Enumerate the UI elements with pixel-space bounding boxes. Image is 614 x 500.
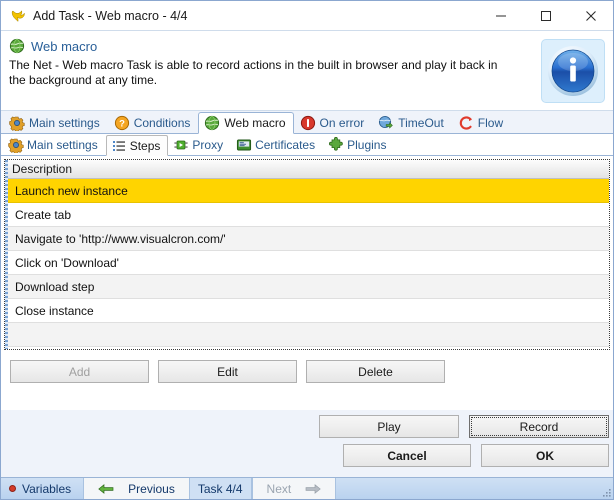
table-row[interactable]: Close instance bbox=[5, 299, 609, 323]
wizard-nav-next: Next bbox=[251, 478, 337, 499]
window-controls bbox=[478, 1, 613, 31]
table-row[interactable]: Launch new instance bbox=[5, 179, 609, 203]
steps-panel: Description Launch new instance Create t… bbox=[1, 156, 613, 410]
tab-on-error[interactable]: On error bbox=[294, 111, 373, 133]
secondary-tab-bar: Main settings Steps Proxy Certificates P… bbox=[1, 134, 613, 156]
header-panel: Web macro The Net - Web macro Task is ab… bbox=[1, 31, 613, 111]
arrow-right-gray-icon bbox=[305, 483, 321, 494]
dialog-action-area: Play Record Cancel OK bbox=[1, 410, 613, 477]
close-button[interactable] bbox=[568, 1, 613, 31]
add-button[interactable]: Add bbox=[10, 360, 149, 383]
globe-icon bbox=[204, 115, 220, 131]
error-circle-icon bbox=[300, 115, 316, 131]
resize-grip-icon[interactable] bbox=[601, 487, 611, 497]
status-bar: Variables Previous Task 4/4 Next bbox=[1, 477, 613, 499]
step-description: Create tab bbox=[15, 207, 72, 222]
list-steps-icon bbox=[111, 138, 127, 154]
puzzle-piece-icon bbox=[328, 137, 344, 153]
tab-conditions-label: Conditions bbox=[133, 115, 191, 130]
step-description: Click on 'Download' bbox=[15, 255, 119, 270]
subtab-steps-label: Steps bbox=[129, 138, 161, 153]
timeout-globe-icon bbox=[378, 115, 394, 131]
visualcron-logo-icon bbox=[10, 8, 26, 24]
question-mark-icon: ? bbox=[114, 115, 130, 131]
tab-web-macro-label: Web macro bbox=[224, 116, 286, 130]
previous-button[interactable]: Previous bbox=[128, 482, 175, 496]
tab-timeout-label: TimeOut bbox=[398, 115, 444, 130]
subtab-plugins[interactable]: Plugins bbox=[323, 134, 394, 155]
grid-action-buttons: Add Edit Delete bbox=[4, 350, 610, 386]
info-icon-box bbox=[541, 39, 605, 103]
grid-header-row: Description bbox=[5, 160, 609, 179]
header-title-row: Web macro bbox=[9, 38, 603, 54]
tab-conditions[interactable]: ? Conditions bbox=[108, 111, 199, 133]
tab-timeout[interactable]: TimeOut bbox=[372, 111, 452, 133]
table-row[interactable]: Navigate to 'http://www.visualcron.com/' bbox=[5, 227, 609, 251]
grid-body: Launch new instance Create tab Navigate … bbox=[5, 179, 609, 349]
grid-empty-area[interactable] bbox=[5, 323, 609, 347]
edit-button[interactable]: Edit bbox=[158, 360, 297, 383]
gear-icon bbox=[8, 137, 24, 153]
step-description: Close instance bbox=[15, 303, 94, 318]
maximize-icon bbox=[540, 11, 551, 21]
step-description: Navigate to 'http://www.visualcron.com/' bbox=[15, 231, 226, 246]
grid-column-description[interactable]: Description bbox=[5, 162, 72, 176]
step-description: Launch new instance bbox=[15, 183, 128, 198]
cancel-button[interactable]: Cancel bbox=[343, 444, 471, 467]
tab-web-macro[interactable]: Web macro bbox=[198, 112, 294, 134]
subtab-certificates-label: Certificates bbox=[255, 138, 316, 152]
header-description: The Net - Web macro Task is able to reco… bbox=[9, 58, 498, 87]
play-button[interactable]: Play bbox=[319, 415, 459, 438]
red-dot-icon bbox=[9, 485, 16, 492]
subtab-steps[interactable]: Steps bbox=[105, 135, 169, 156]
globe-icon bbox=[9, 38, 25, 54]
gear-icon bbox=[9, 115, 25, 131]
delete-button[interactable]: Delete bbox=[306, 360, 445, 383]
svg-text:?: ? bbox=[119, 118, 125, 129]
subtab-certificates[interactable]: Certificates bbox=[231, 134, 323, 155]
next-button[interactable]: Next bbox=[267, 482, 292, 496]
title-bar: Add Task - Web macro - 4/4 bbox=[1, 1, 613, 31]
task-counter: Task 4/4 bbox=[189, 478, 252, 499]
statusbar-variables[interactable]: Variables bbox=[1, 478, 83, 499]
macro-button-row: Play Record bbox=[5, 415, 609, 438]
page-title: Web macro bbox=[31, 38, 98, 54]
tab-flow[interactable]: Flow bbox=[452, 111, 511, 133]
table-row[interactable]: Create tab bbox=[5, 203, 609, 227]
subtab-proxy[interactable]: Proxy bbox=[168, 134, 231, 155]
subtab-main-settings-label: Main settings bbox=[27, 138, 98, 152]
record-button[interactable]: Record bbox=[469, 415, 609, 438]
certificate-icon bbox=[236, 137, 252, 153]
tab-on-error-label: On error bbox=[319, 115, 365, 130]
add-task-dialog: Add Task - Web macro - 4/4 Web macro The… bbox=[0, 0, 614, 500]
statusbar-variables-label: Variables bbox=[22, 481, 72, 496]
table-row[interactable]: Click on 'Download' bbox=[5, 251, 609, 275]
maximize-button[interactable] bbox=[523, 1, 568, 31]
tab-flow-label: Flow bbox=[477, 115, 504, 130]
steps-grid[interactable]: Description Launch new instance Create t… bbox=[4, 159, 610, 350]
subtab-plugins-label: Plugins bbox=[347, 138, 387, 152]
tab-main-settings[interactable]: Main settings bbox=[3, 111, 108, 133]
subtab-main-settings[interactable]: Main settings bbox=[3, 134, 106, 155]
minimize-button[interactable] bbox=[478, 1, 523, 31]
tab-main-settings-label: Main settings bbox=[29, 115, 100, 130]
ok-button[interactable]: OK bbox=[481, 444, 609, 467]
window-title: Add Task - Web macro - 4/4 bbox=[33, 8, 188, 23]
close-icon bbox=[585, 11, 596, 21]
proxy-plug-icon bbox=[173, 137, 189, 153]
grid-row-selector-rail bbox=[5, 160, 8, 349]
dialog-button-row: Cancel OK bbox=[5, 444, 609, 467]
minimize-icon bbox=[495, 15, 506, 17]
primary-tab-bar: Main settings ? Conditions Web macro On … bbox=[1, 111, 613, 134]
step-description: Download step bbox=[15, 279, 95, 294]
wizard-nav: Previous bbox=[83, 478, 190, 499]
subtab-proxy-label: Proxy bbox=[192, 138, 224, 152]
flow-arrow-icon bbox=[458, 115, 474, 131]
arrow-left-green-icon bbox=[98, 483, 114, 494]
info-icon bbox=[548, 46, 598, 96]
table-row[interactable]: Download step bbox=[5, 275, 609, 299]
